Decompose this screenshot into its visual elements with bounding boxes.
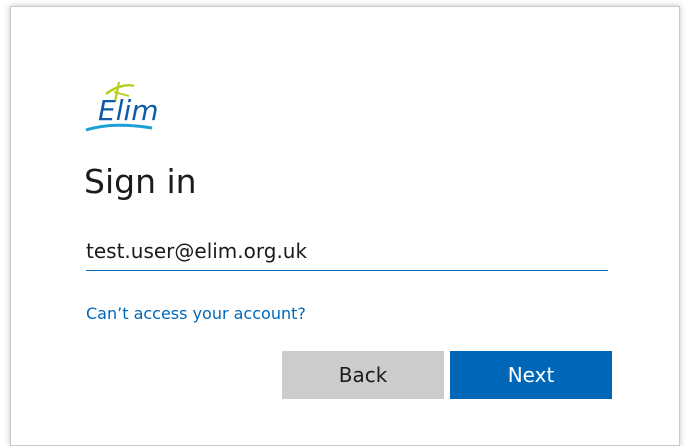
cant-access-account-link[interactable]: Can’t access your account?: [86, 302, 306, 326]
next-button[interactable]: Next: [450, 351, 612, 399]
email-field[interactable]: [86, 232, 608, 271]
elim-logo-graphic: Elim: [85, 81, 159, 132]
back-button[interactable]: Back: [282, 351, 444, 399]
page-title: Sign in: [84, 162, 197, 201]
signin-screen: Elim Sign in Can’t access your account? …: [0, 0, 688, 446]
elim-logo-icon: Elim: [84, 78, 164, 138]
logo-wordmark: Elim: [98, 94, 159, 127]
